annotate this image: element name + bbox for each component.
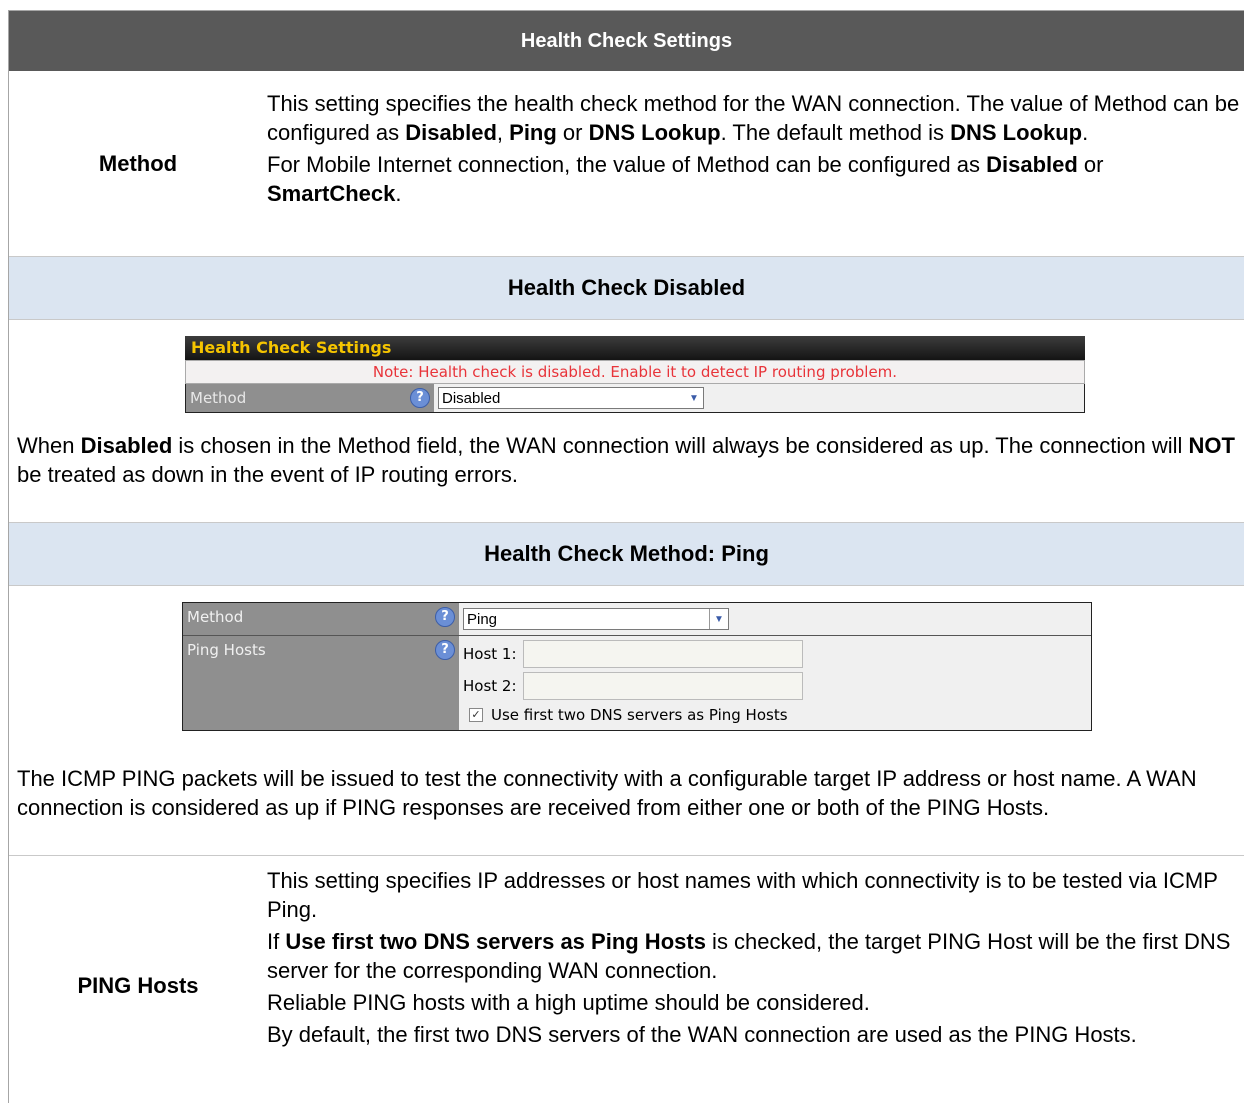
shot-ping-hosts-row: Ping Hosts? Host 1: Host 2: ✓ Use first t…	[183, 636, 1091, 730]
ping-hosts-description: This setting specifies IP addresses or h…	[267, 868, 1231, 1047]
method-row: Method This setting specifies the health…	[9, 71, 1244, 257]
help-icon[interactable]: ?	[435, 640, 455, 660]
help-icon[interactable]: ?	[410, 388, 430, 408]
host2-input[interactable]	[522, 672, 803, 700]
ping-screenshot: Method? Ping ▼ Ping Hosts? Host 1: Host 2…	[182, 602, 1092, 731]
shot-method-row: Method? Disabled ▼	[185, 384, 1085, 413]
chevron-down-icon: ▼	[709, 609, 728, 629]
method-description: This setting specifies the health check …	[267, 71, 1244, 256]
shot-ping-method-label: Method?	[183, 603, 459, 635]
host2-line: Host 2:	[463, 670, 1087, 702]
disabled-section-title: Health Check Disabled	[9, 257, 1244, 320]
ping-hosts-label: PING Hosts	[77, 973, 199, 998]
help-icon[interactable]: ?	[435, 607, 455, 627]
shot-method-value: Disabled ▼	[434, 384, 1084, 412]
section-header: Health Check Settings	[9, 11, 1244, 71]
shot-note: Note: Health check is disabled. Enable i…	[185, 360, 1085, 384]
dns-checkbox[interactable]: ✓	[469, 708, 483, 722]
shot-ping-hosts-value: Host 1: Host 2: ✓ Use first two DNS serve…	[459, 636, 1091, 730]
host1-line: Host 1:	[463, 638, 1087, 670]
dns-checkbox-line: ✓ Use first two DNS servers as Ping Hosts	[463, 702, 1087, 728]
method-select[interactable]: Disabled ▼	[438, 387, 704, 409]
disabled-paragraph: When Disabled is chosen in the Method fi…	[17, 433, 1235, 487]
shot-bar-title: Health Check Settings	[185, 336, 1085, 360]
ping-hosts-row: PING Hosts This setting specifies IP add…	[9, 856, 1244, 1103]
shot-ping-hosts-label: Ping Hosts?	[183, 636, 459, 730]
host1-input[interactable]	[522, 640, 803, 668]
method-select[interactable]: Ping ▼	[463, 608, 729, 630]
shot-ping-method-row: Method? Ping ▼	[183, 603, 1091, 636]
method-desc-p1: This setting specifies the health check …	[267, 91, 1240, 145]
ping-section-body: Method? Ping ▼ Ping Hosts? Host 1: Host 2…	[9, 586, 1244, 856]
disabled-screenshot: Health Check Settings Note: Health check…	[185, 336, 1085, 413]
method-label: Method	[98, 150, 178, 176]
ping-section-title: Health Check Method: Ping	[9, 523, 1244, 586]
health-check-doc: Health Check Settings Method This settin…	[8, 10, 1244, 1103]
chevron-down-icon: ▼	[689, 392, 699, 404]
method-desc-p2: For Mobile Internet connection, the valu…	[267, 152, 1104, 206]
shot-method-label: Method?	[186, 384, 434, 412]
ping-paragraph: The ICMP PING packets will be issued to …	[17, 766, 1197, 820]
shot-ping-method-value: Ping ▼	[459, 603, 1091, 635]
disabled-section-body: Health Check Settings Note: Health check…	[9, 320, 1244, 523]
